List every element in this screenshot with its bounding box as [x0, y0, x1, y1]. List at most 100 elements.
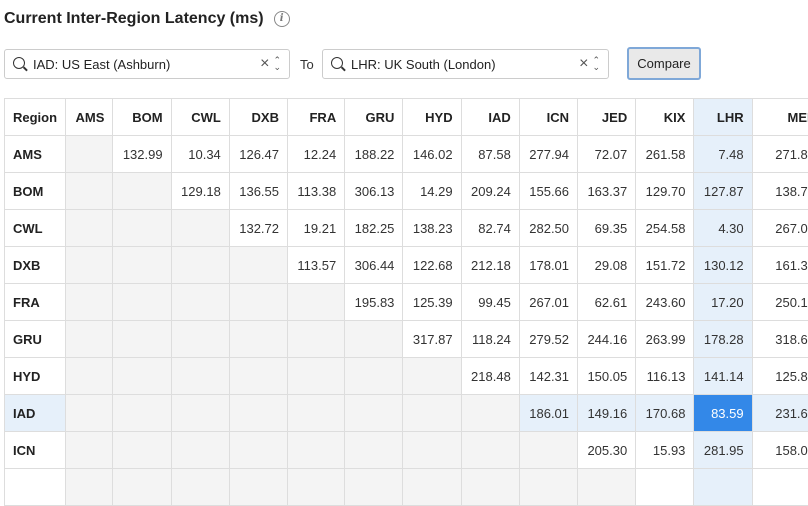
latency-cell[interactable]: 12.24: [288, 136, 345, 173]
latency-cell[interactable]: 17.20: [694, 284, 752, 321]
latency-cell[interactable]: 69.35: [578, 210, 636, 247]
latency-cell[interactable]: 212.18: [461, 247, 519, 284]
latency-cell[interactable]: [636, 469, 694, 506]
latency-cell[interactable]: 178.01: [519, 247, 577, 284]
to-region-value[interactable]: LHR: UK South (London): [351, 57, 579, 72]
latency-cell[interactable]: 279.52: [519, 321, 577, 358]
column-header-bom[interactable]: BOM: [113, 99, 171, 136]
latency-cell[interactable]: 254.58: [636, 210, 694, 247]
row-header[interactable]: HYD: [5, 358, 66, 395]
latency-cell[interactable]: 188.22: [345, 136, 403, 173]
row-header[interactable]: DXB: [5, 247, 66, 284]
latency-cell[interactable]: 170.68: [636, 395, 694, 432]
latency-cell[interactable]: 132.99: [113, 136, 171, 173]
latency-cell[interactable]: 282.50: [519, 210, 577, 247]
column-header-kix[interactable]: KIX: [636, 99, 694, 136]
latency-cell[interactable]: 158.06: [752, 432, 808, 469]
latency-cell[interactable]: 218.48: [461, 358, 519, 395]
latency-cell[interactable]: 118.24: [461, 321, 519, 358]
latency-cell[interactable]: 146.02: [403, 136, 461, 173]
compare-button[interactable]: Compare: [627, 47, 701, 80]
column-header-cwl[interactable]: CWL: [171, 99, 229, 136]
latency-cell[interactable]: 122.68: [403, 247, 461, 284]
latency-cell[interactable]: 99.45: [461, 284, 519, 321]
latency-cell[interactable]: 29.08: [578, 247, 636, 284]
chevron-up-down-icon[interactable]: ⌃⌄: [273, 57, 281, 71]
latency-cell[interactable]: 87.58: [461, 136, 519, 173]
latency-cell[interactable]: 125.39: [403, 284, 461, 321]
latency-cell[interactable]: 182.25: [345, 210, 403, 247]
latency-cell[interactable]: 244.16: [578, 321, 636, 358]
latency-cell[interactable]: 19.21: [288, 210, 345, 247]
latency-cell[interactable]: 138.23: [403, 210, 461, 247]
latency-cell[interactable]: 142.31: [519, 358, 577, 395]
latency-cell[interactable]: 10.34: [171, 136, 229, 173]
latency-cell[interactable]: [752, 469, 808, 506]
column-header-jed[interactable]: JED: [578, 99, 636, 136]
latency-cell[interactable]: 231.60: [752, 395, 808, 432]
from-region-value[interactable]: IAD: US East (Ashburn): [33, 57, 260, 72]
from-region-select[interactable]: IAD: US East (Ashburn) × ⌃⌄: [4, 49, 290, 79]
latency-cell[interactable]: 263.99: [636, 321, 694, 358]
latency-cell[interactable]: 250.18: [752, 284, 808, 321]
latency-cell[interactable]: 243.60: [636, 284, 694, 321]
row-header[interactable]: FRA: [5, 284, 66, 321]
latency-cell[interactable]: 281.95: [694, 432, 752, 469]
latency-cell[interactable]: 267.01: [519, 284, 577, 321]
column-header-gru[interactable]: GRU: [345, 99, 403, 136]
info-icon[interactable]: i: [274, 11, 290, 27]
column-header-mel[interactable]: MEL: [752, 99, 808, 136]
latency-cell[interactable]: 72.07: [578, 136, 636, 173]
latency-cell[interactable]: 141.14: [694, 358, 752, 395]
latency-cell[interactable]: 138.77: [752, 173, 808, 210]
clear-icon[interactable]: ×: [579, 55, 588, 73]
latency-cell[interactable]: [694, 469, 752, 506]
clear-icon[interactable]: ×: [260, 55, 269, 73]
latency-cell[interactable]: 205.30: [578, 432, 636, 469]
row-header[interactable]: GRU: [5, 321, 66, 358]
latency-cell[interactable]: 83.59: [694, 395, 752, 432]
latency-cell[interactable]: 149.16: [578, 395, 636, 432]
latency-cell[interactable]: 113.38: [288, 173, 345, 210]
latency-cell[interactable]: 127.87: [694, 173, 752, 210]
row-header[interactable]: [5, 469, 66, 506]
latency-cell[interactable]: 116.13: [636, 358, 694, 395]
latency-cell[interactable]: 125.80: [752, 358, 808, 395]
latency-cell[interactable]: 267.00: [752, 210, 808, 247]
latency-cell[interactable]: 186.01: [519, 395, 577, 432]
latency-cell[interactable]: 132.72: [229, 210, 287, 247]
latency-cell[interactable]: 14.29: [403, 173, 461, 210]
latency-cell[interactable]: 155.66: [519, 173, 577, 210]
latency-cell[interactable]: 113.57: [288, 247, 345, 284]
row-header[interactable]: IAD: [5, 395, 66, 432]
latency-cell[interactable]: 277.94: [519, 136, 577, 173]
latency-cell[interactable]: 195.83: [345, 284, 403, 321]
to-region-select[interactable]: LHR: UK South (London) × ⌃⌄: [322, 49, 609, 79]
column-header-icn[interactable]: ICN: [519, 99, 577, 136]
latency-cell[interactable]: 126.47: [229, 136, 287, 173]
row-header[interactable]: BOM: [5, 173, 66, 210]
row-header[interactable]: AMS: [5, 136, 66, 173]
latency-cell[interactable]: 82.74: [461, 210, 519, 247]
latency-cell[interactable]: 151.72: [636, 247, 694, 284]
latency-cell[interactable]: 306.44: [345, 247, 403, 284]
column-header-fra[interactable]: FRA: [288, 99, 345, 136]
latency-cell[interactable]: 178.28: [694, 321, 752, 358]
latency-cell[interactable]: 209.24: [461, 173, 519, 210]
column-header-hyd[interactable]: HYD: [403, 99, 461, 136]
latency-cell[interactable]: 130.12: [694, 247, 752, 284]
latency-cell[interactable]: 136.55: [229, 173, 287, 210]
column-header-dxb[interactable]: DXB: [229, 99, 287, 136]
latency-cell[interactable]: 317.87: [403, 321, 461, 358]
latency-cell[interactable]: 163.37: [578, 173, 636, 210]
latency-cell[interactable]: 271.85: [752, 136, 808, 173]
latency-cell[interactable]: 7.48: [694, 136, 752, 173]
latency-cell[interactable]: 15.93: [636, 432, 694, 469]
latency-cell[interactable]: 4.30: [694, 210, 752, 247]
latency-cell[interactable]: 161.30: [752, 247, 808, 284]
column-header-lhr[interactable]: LHR: [694, 99, 752, 136]
row-header[interactable]: ICN: [5, 432, 66, 469]
column-header-iad[interactable]: IAD: [461, 99, 519, 136]
latency-cell[interactable]: 129.70: [636, 173, 694, 210]
column-header-ams[interactable]: AMS: [66, 99, 113, 136]
